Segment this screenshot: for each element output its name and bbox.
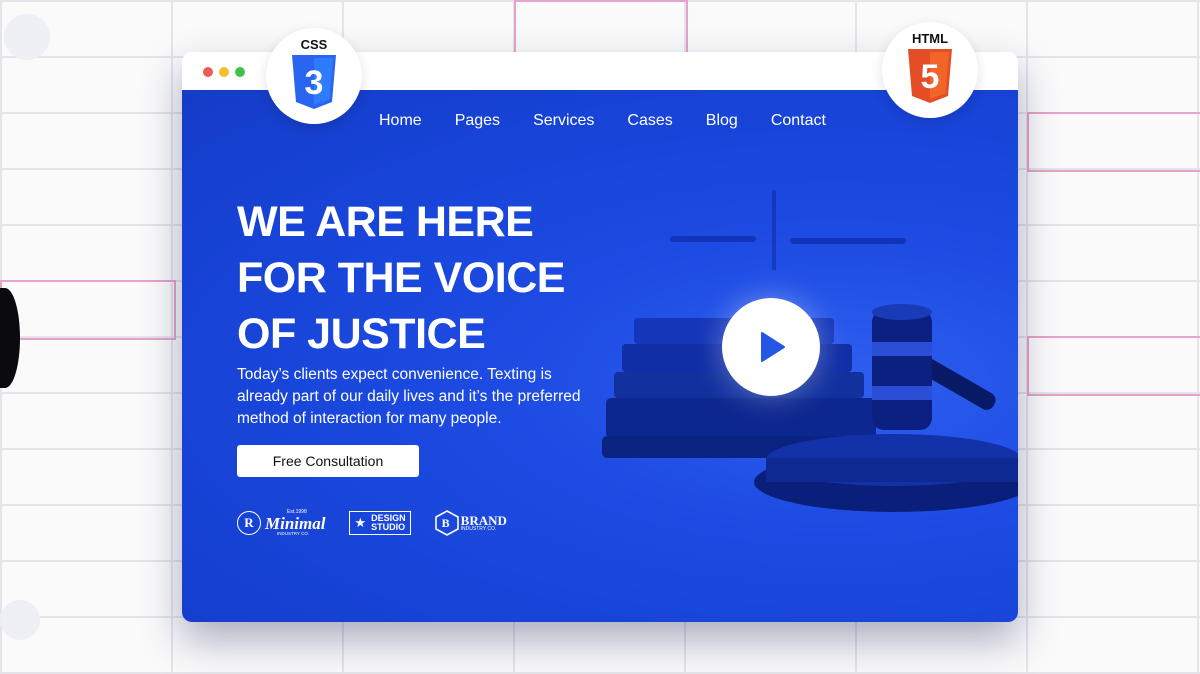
minimal-logo-sub: INDUSTRY CO. (277, 531, 310, 536)
partner-logos: R Est.1998 Minimal INDUSTRY CO. ★ DESIGN… (237, 510, 507, 537)
design-studio-logo: ★ DESIGN STUDIO (349, 511, 411, 536)
nav-item-cases[interactable]: Cases (627, 112, 672, 130)
nav-item-pages[interactable]: Pages (455, 112, 500, 130)
browser-window: Home Pages Services Cases Blog Contact W… (182, 52, 1018, 622)
css-badge: CSS 3 (266, 28, 362, 124)
free-consultation-button[interactable]: Free Consultation (237, 445, 419, 477)
main-nav: Home Pages Services Cases Blog Contact (379, 112, 859, 130)
hero-section: Home Pages Services Cases Blog Contact W… (182, 90, 1018, 622)
css3-shield-glyph: 3 (305, 64, 324, 102)
maximize-window-button[interactable] (235, 67, 245, 77)
minimal-logo-text: Est.1998 Minimal INDUSTRY CO. (265, 510, 325, 537)
nav-item-services[interactable]: Services (533, 112, 594, 130)
brand-logo-text: BRAND INDUSTRY CO. (461, 514, 507, 532)
nav-item-contact[interactable]: Contact (771, 112, 826, 130)
hero-subtext: Today’s clients expect convenience. Text… (237, 366, 581, 427)
headline-line: OF JUSTICE (237, 310, 486, 358)
brand-logo-sub: INDUSTRY CO. (460, 526, 497, 533)
decor-circle (0, 600, 40, 640)
css3-shield-icon: 3 (292, 55, 336, 109)
headline-line: WE ARE HERE (237, 198, 534, 246)
minimal-logo: R Est.1998 Minimal INDUSTRY CO. (237, 510, 325, 537)
brand-logo-mark: B (441, 515, 450, 530)
design-studio-line2: STUDIO (371, 522, 406, 533)
minimal-logo-mark: R (237, 511, 261, 536)
hero-headline: WE ARE HERE FOR THE VOICE OF JUSTICE (237, 194, 637, 362)
decor-box (1027, 112, 1200, 172)
scales-icon (670, 190, 906, 270)
html-badge: HTML 5 (882, 22, 978, 118)
minimize-window-button[interactable] (219, 67, 229, 77)
decor-circle (4, 14, 50, 60)
play-video-button[interactable] (722, 298, 820, 396)
headline-line: FOR THE VOICE (237, 254, 565, 302)
star-icon: ★ (354, 515, 367, 531)
close-window-button[interactable] (203, 67, 213, 77)
html-badge-label: HTML (911, 31, 949, 46)
brand-logo: B BRAND INDUSTRY CO. (434, 510, 507, 537)
nav-item-blog[interactable]: Blog (706, 112, 738, 130)
decor-box (514, 0, 688, 56)
design-studio-text: DESIGN STUDIO (371, 514, 406, 532)
decor-box (0, 280, 176, 340)
html5-shield-glyph: 5 (921, 58, 940, 96)
decor-box (1027, 336, 1200, 396)
minimal-logo-name: Minimal (265, 514, 326, 533)
play-icon (761, 332, 785, 362)
html5-shield-icon: 5 (908, 49, 952, 103)
css-badge-label: CSS (300, 37, 328, 52)
nav-item-home[interactable]: Home (379, 112, 422, 130)
